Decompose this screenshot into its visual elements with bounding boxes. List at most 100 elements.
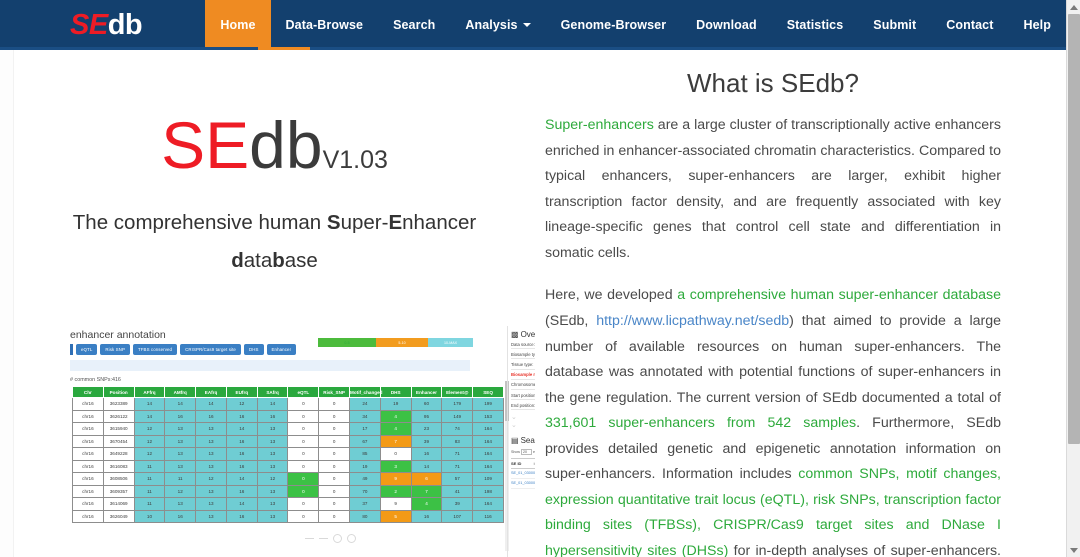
- page-root: SEdb Home Data-Browse Search Analysis Genome…: [0, 0, 1080, 557]
- nav-item-statistics[interactable]: Statistics: [772, 0, 859, 50]
- preview-table-cell: 14: [225, 472, 258, 486]
- preview-table-cell: 80: [349, 509, 381, 523]
- nav-item-help[interactable]: Help: [1009, 0, 1067, 50]
- sedb-url-link[interactable]: http://www.licpathway.net/sedb: [596, 313, 789, 329]
- legend-mid: 5-10: [376, 338, 428, 347]
- preview-table-cell: 3614069: [102, 497, 135, 511]
- about-paragraph-2: Here, we developed a comprehensive human…: [545, 283, 1001, 557]
- nav-item-list: Home Data-Browse Search Analysis Genome-Brow…: [205, 0, 1066, 50]
- nav-item-analysis[interactable]: Analysis: [450, 0, 545, 50]
- preview-table-cell: chr16: [72, 497, 104, 511]
- left-column: SEdbV1.03 The comprehensive human Super-…: [14, 50, 535, 557]
- nav-item-label: Help: [1023, 18, 1051, 32]
- preview-table-cell: 14: [133, 409, 166, 423]
- preview-tab-tfbs-conserved[interactable]: TFBS conserved: [132, 344, 178, 355]
- preview-table-cell: 11: [164, 472, 197, 486]
- preview-table-cell: 83: [441, 434, 474, 448]
- preview-tab-bar: eQTL Risk SNP TFBS conserved CRISPR/Cas9 ta…: [70, 344, 297, 355]
- preview-table-cell: 5: [379, 509, 412, 523]
- carousel-indicators[interactable]: [305, 534, 356, 543]
- nav-item-download[interactable]: Download: [681, 0, 772, 50]
- preview-col-header: AFfrq: [133, 386, 166, 398]
- scrollbar-thumb[interactable]: [1068, 14, 1080, 444]
- nav-item-genome-browser[interactable]: Genome-Browser: [546, 0, 682, 50]
- preview-table-cell: 3626122: [102, 409, 135, 423]
- preview-table-cell: 12: [133, 422, 166, 436]
- preview-tab-marker: [70, 344, 73, 355]
- preview-overview-label: Overvi: [520, 330, 535, 339]
- preview-table-row: chr16 3623389 14 14 14 12 14 0 0 24 19 60 179 199: [72, 397, 504, 411]
- preview-tab-dhs[interactable]: DHS: [243, 344, 264, 355]
- nav-item-label: Search: [393, 18, 436, 32]
- nav-item-home[interactable]: Home: [205, 0, 271, 50]
- about-p2-t1: Here, we developed: [545, 287, 678, 304]
- preview-table-row: chr16 3670454 12 13 13 16 13 0 0 67 7 39 83 164: [72, 434, 504, 448]
- preview-search-title: ▤ Searc: [511, 436, 535, 445]
- preview-se-id-link[interactable]: SE_01_03000002: [511, 479, 535, 489]
- preview-table-cell: 4: [410, 497, 443, 511]
- preview-table-cell: 149: [441, 409, 474, 423]
- page-scrollbar[interactable]: [1066, 0, 1080, 557]
- nav-item-label: Download: [696, 18, 757, 32]
- preview-table-cell: 12: [133, 434, 166, 448]
- feature-screenshot-preview[interactable]: enhancer annotation eQTL Risk SNP TFBS con…: [60, 326, 535, 557]
- preview-table-cell: 3616083: [102, 459, 135, 473]
- preview-table-cell: 14: [133, 397, 166, 411]
- preview-table-cell: 39: [410, 434, 443, 448]
- preview-table-cell: 199: [472, 397, 504, 411]
- preview-table-row: chr16 3626122 14 16 16 16 16 0 0 34 4 95 149 153: [72, 409, 504, 423]
- preview-tab-crispr-cas9-target-site[interactable]: CRISPR/Cas9 target site: [180, 344, 241, 355]
- tagline-part-5: ase: [284, 248, 318, 272]
- nav-item-submit[interactable]: Submit: [858, 0, 931, 50]
- preview-table-cell: 3608506: [102, 472, 135, 486]
- show-select[interactable]: 20: [521, 448, 532, 455]
- carousel-dot-2[interactable]: [347, 534, 356, 543]
- preview-table-cell: 16: [225, 459, 258, 473]
- nav-item-data-browse[interactable]: Data-Browse: [271, 0, 379, 50]
- preview-table-cell: chr16: [72, 472, 104, 486]
- preview-table-cell: 4: [379, 422, 412, 436]
- preview-table-cell: 13: [164, 434, 197, 448]
- preview-table-cell: 16: [225, 434, 258, 448]
- preview-table-cell: 16: [410, 509, 443, 523]
- carousel-dash-1: [305, 537, 314, 540]
- nav-item-contact[interactable]: Contact: [931, 0, 1008, 50]
- preview-data-table: Chr Position AFfrq AMfrq EAfrq EUfrq SAfrq eQTL…: [72, 386, 504, 523]
- preview-info-band: [70, 360, 470, 371]
- hero-logo-db: db: [249, 108, 323, 182]
- preview-seid-list: SE_01_03000001SE_01_03000002: [511, 469, 535, 489]
- brand-area[interactable]: SEdb: [0, 0, 205, 50]
- preview-table-cell: 11: [133, 497, 166, 511]
- preview-col-header: Element@: [441, 386, 474, 398]
- site-logo[interactable]: SEdb: [70, 10, 143, 40]
- preview-table-cell: 14: [164, 397, 197, 411]
- preview-table-cell: 12: [195, 472, 227, 486]
- preview-table-cell: 16: [225, 484, 258, 498]
- preview-seid-header[interactable]: SE ID ↕: [511, 457, 535, 469]
- preview-tab-risk-snp[interactable]: Risk SNP: [100, 344, 130, 355]
- preview-tab-eqtl[interactable]: eQTL: [76, 344, 98, 355]
- page-left-edge: [0, 50, 14, 557]
- legend-low: 0-5: [318, 338, 376, 347]
- preview-table-cell: 14: [256, 397, 289, 411]
- tagline-bold-d: d: [231, 248, 244, 272]
- preview-table-cell: 11: [133, 472, 166, 486]
- nav-item-search[interactable]: Search: [378, 0, 450, 50]
- preview-field-biosample-name-: Biosample name:: [511, 370, 535, 380]
- preview-table-cell: 41: [441, 484, 474, 498]
- preview-table-cell: 164: [472, 422, 504, 436]
- preview-tab-enhancer[interactable]: Enhancer: [266, 344, 297, 355]
- scroll-up-icon[interactable]: [1067, 0, 1080, 14]
- preview-col-header: Enhancer: [410, 386, 443, 398]
- preview-se-id-link[interactable]: SE_01_03000001: [511, 469, 535, 479]
- preview-table-row: chr16 3626049 10 16 13 16 13 0 0 80 5 16 107 116: [72, 509, 504, 523]
- preview-show-entries[interactable]: Show 20 en: [511, 448, 535, 455]
- carousel-dot-1[interactable]: [333, 534, 342, 543]
- preview-table-cell: 164: [472, 434, 504, 448]
- scroll-down-icon[interactable]: [1067, 543, 1080, 557]
- preview-table-cell: chr16: [72, 447, 104, 461]
- preview-col-header: Position: [102, 386, 135, 398]
- preview-table-cell: 13: [256, 422, 289, 436]
- preview-table-cell: 16: [225, 447, 258, 461]
- preview-table-cell: 13: [195, 459, 227, 473]
